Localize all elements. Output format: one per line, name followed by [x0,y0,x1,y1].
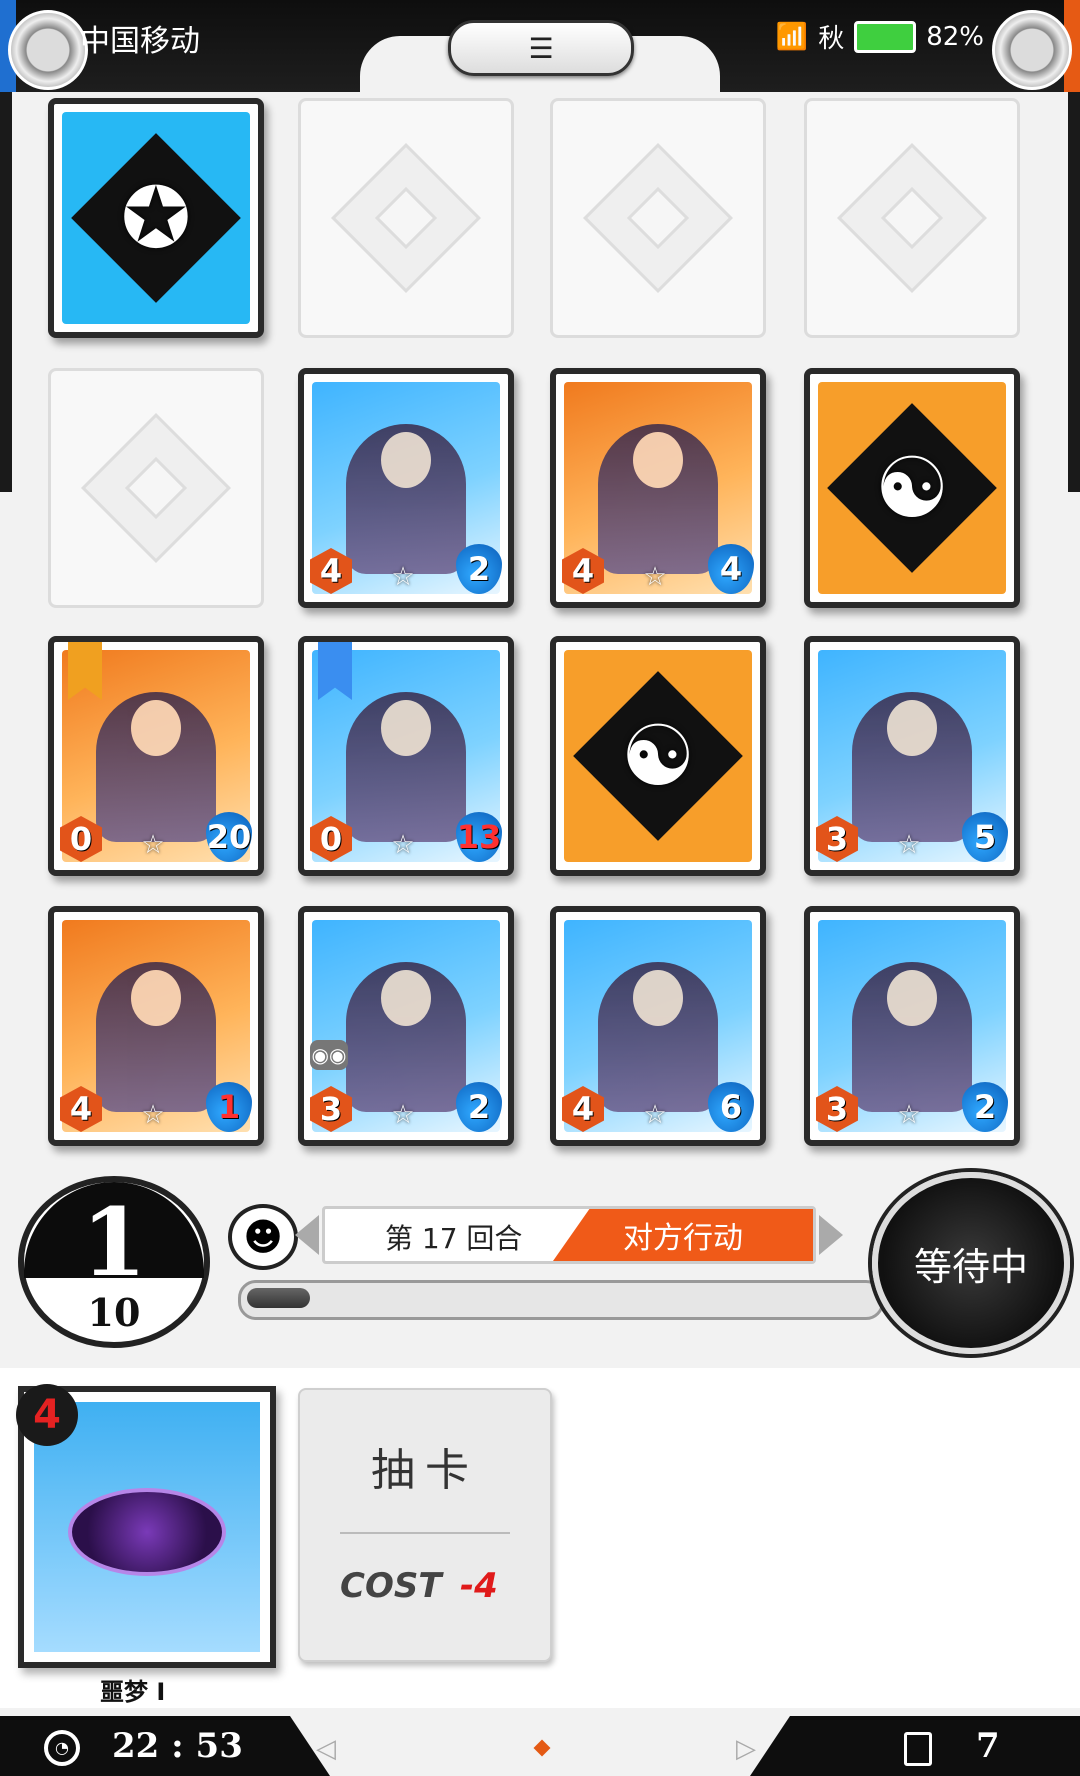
hand-card[interactable]: 4 [16,1384,276,1668]
unit-card[interactable]: ☆ 4 2 [298,368,514,608]
face-down-card[interactable]: ☯ [804,368,1020,608]
character-head [887,700,937,756]
turn-timer-fill [247,1288,310,1308]
draw-card-button[interactable]: 抽卡 COST -4 [298,1388,552,1662]
round-label: 第 17 回合 [385,1222,523,1255]
clock-time: 22 : 53 [112,1726,243,1766]
character-portrait [852,692,972,842]
card-back-art: ☯ [818,382,1006,594]
face-down-card[interactable]: ☯ [550,636,766,876]
waiting-button[interactable]: 等待中 [872,1172,1070,1354]
turn-counter: 1 10 [18,1176,210,1348]
card-back-emblem-icon: ☯ [620,707,696,805]
unit-card[interactable]: ☆ 3 5 [804,636,1020,876]
star-icon: ☆ [897,830,923,860]
round-right-arrow-icon [819,1215,843,1255]
empty-slot[interactable] [48,368,264,608]
unit-card[interactable]: ☆ 0 20 [48,636,264,876]
character-portrait [346,692,466,842]
character-head [633,970,683,1026]
character-portrait [96,962,216,1112]
star-icon: ☆ [391,562,417,592]
character-head [633,432,683,488]
hand-card-cost: 4 [16,1384,78,1446]
page-left-arrow-icon[interactable]: ◁ [316,1734,336,1764]
unit-card[interactable]: ☆ 0 13 [298,636,514,876]
opponent-action-label: 对方行动 [553,1209,813,1261]
star-icon: ☆ [141,830,167,860]
unit-card[interactable]: ☆ 3 2 [804,906,1020,1146]
turn-timer-bar [238,1280,884,1320]
deck-icon [904,1732,932,1766]
star-icon: ☆ [391,830,417,860]
character-head [381,700,431,756]
card-back-emblem-icon: ✪ [120,169,192,267]
star-icon: ☆ [897,1100,923,1130]
draw-card-label: 抽卡 [371,1445,479,1496]
mask-icon: ◉◉ [310,1040,348,1070]
unit-card[interactable]: ◉◉ ☆ 3 2 [298,906,514,1146]
character-head [381,970,431,1026]
round-bar: 第 17 回合 对方行动 [295,1206,843,1264]
unit-card[interactable]: ☆ 4 4 [550,368,766,608]
emote-button[interactable]: ☻ [228,1204,298,1270]
star-icon: ☆ [391,1100,417,1130]
star-icon: ☆ [141,1100,167,1130]
character-portrait [346,424,466,574]
card-hp-badge: 13 [456,812,502,862]
card-back-emblem-icon: ☯ [874,439,950,537]
character-head [887,970,937,1026]
character-head [131,700,181,756]
empty-slot[interactable] [298,98,514,338]
card-back-art: ☯ [564,650,752,862]
turn-current: 1 [81,1188,147,1298]
smiley-icon: ☻ [243,1215,283,1259]
empty-slot[interactable] [804,98,1020,338]
nightmare-crystal-icon [68,1488,226,1576]
unit-card[interactable]: ☆ 4 6 [550,906,766,1146]
empty-slot-diamond-icon [331,143,481,293]
page-right-arrow-icon[interactable]: ▷ [736,1734,756,1764]
character-portrait [598,424,718,574]
round-left-arrow-icon [295,1215,319,1255]
game-board: ✪ ☆ 4 2 ☆ 4 4 ☯ ☆ 0 20 ☆ 0 13 ☯ ☆ 3 5 ☆ 4 1 ◉◉ ☆ 3 2 ☆ 4 6 ☆ 3 2 [0,0,1080,1170]
character-portrait [852,962,972,1112]
clock-icon: ◔ [44,1730,80,1766]
unit-card[interactable]: ☆ 4 1 [48,906,264,1146]
empty-slot-diamond-icon [837,143,987,293]
star-icon: ☆ [643,562,669,592]
draw-divider [340,1532,510,1534]
character-portrait [598,962,718,1112]
draw-cost-value: -4 [460,1566,498,1606]
bottom-bar: ◔ 22 : 53 ◁ ▷ 7 [0,1716,1080,1776]
empty-slot[interactable] [550,98,766,338]
hand-card-art [34,1402,260,1652]
deck-count: 7 [976,1726,1000,1766]
hand-card-name: 噩梦 Ⅰ [100,1678,166,1706]
turn-max: 10 [87,1290,141,1335]
empty-slot-diamond-icon [81,413,231,563]
star-icon: ☆ [643,1100,669,1130]
empty-slot-diamond-icon [583,143,733,293]
card-hp-badge: 20 [206,812,252,862]
character-head [131,970,181,1026]
card-back-art: ✪ [62,112,250,324]
character-head [381,432,431,488]
character-portrait [96,692,216,842]
character-portrait [346,962,466,1112]
face-down-card[interactable]: ✪ [48,98,264,338]
draw-cost-label: COST [340,1566,442,1606]
